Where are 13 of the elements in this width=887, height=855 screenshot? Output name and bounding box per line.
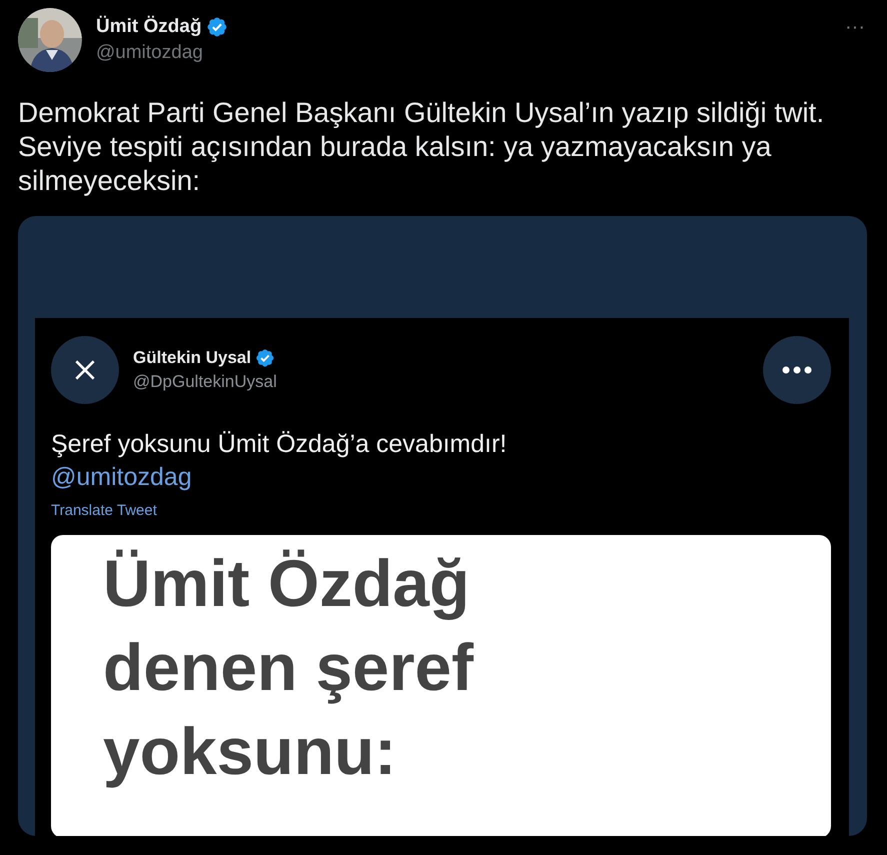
tweet-text: Demokrat Parti Genel Başkanı Gültekin Uysal’ın yazıp sildiği twit. Seviye tespiti açısından burada kalsın: ya yazmayacaksın ya silmeyeceksin: bbox=[18, 96, 826, 198]
author-handle[interactable]: @umitozdag bbox=[96, 42, 228, 64]
image-headline: Ümit Özdağ bbox=[103, 545, 470, 622]
author-name[interactable]: Gültekin Uysal bbox=[133, 348, 252, 368]
tweet-text: Şeref yoksunu Ümit Özdağ’a cevabımdır! bbox=[51, 430, 508, 459]
author-handle[interactable]: @DpGultekinUysal bbox=[133, 372, 277, 392]
image-headline: yoksunu: bbox=[103, 713, 396, 790]
translate-link[interactable]: Translate Tweet bbox=[51, 502, 157, 519]
image-headline: denen şeref bbox=[103, 629, 474, 706]
mention-link[interactable]: @umitozdag bbox=[51, 463, 192, 492]
more-icon bbox=[782, 366, 812, 374]
author-name[interactable]: Ümit Özdağ bbox=[96, 16, 202, 38]
more-options-button[interactable]: ··· bbox=[845, 16, 865, 39]
